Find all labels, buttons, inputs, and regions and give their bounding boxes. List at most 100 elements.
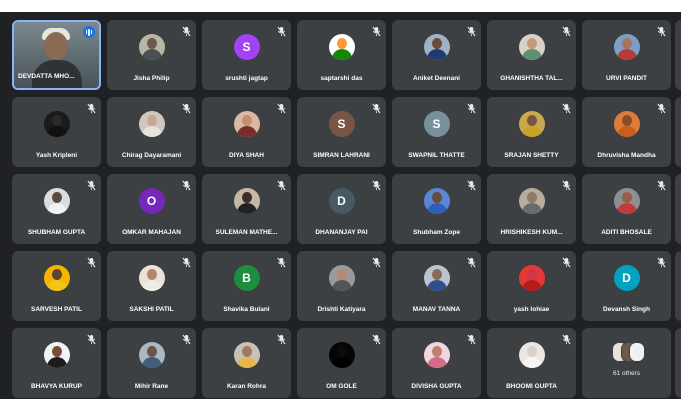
mic-off-icon xyxy=(87,332,96,345)
participant-tile[interactable]: DIVISHA GUPTA xyxy=(392,328,481,398)
avatar xyxy=(518,342,545,368)
participant-name: OM GOLE xyxy=(326,383,357,390)
participant-tile[interactable]: Shubham Zope xyxy=(392,174,481,244)
participant-tile[interactable]: Mihir Rane xyxy=(107,328,196,398)
participant-tile[interactable]: Drishti Katiyara xyxy=(297,251,386,321)
participant-name: HRISHIKESH KUM... xyxy=(500,229,563,236)
participant-tile[interactable]: O OMKAR MAHAJAN xyxy=(107,174,196,244)
participant-tile[interactable]: Chirag Dayaramani xyxy=(107,97,196,167)
participant-tile[interactable]: Jisha Philip xyxy=(107,20,196,90)
participant-tile[interactable]: URVI PANDIT xyxy=(582,20,671,90)
avatar xyxy=(138,265,165,291)
avatar xyxy=(613,111,640,137)
participant-name: BHAVYA KURUP xyxy=(30,383,83,390)
participant-name: Karan Rohra xyxy=(226,383,266,390)
participant-name: MANAV TANNA xyxy=(412,306,461,313)
mic-off-icon xyxy=(467,255,476,268)
participant-tile[interactable]: HRISHIKESH KUM... xyxy=(487,174,576,244)
audio-level-icon xyxy=(83,26,95,38)
participant-tile[interactable]: SARVESH PATIL xyxy=(12,251,101,321)
others-tile[interactable]: 61 others xyxy=(582,328,671,398)
participant-tile[interactable]: SAKSHI PATIL xyxy=(107,251,196,321)
participant-name: GHANISHTHA TAL... xyxy=(500,75,563,82)
mic-off-icon xyxy=(87,255,96,268)
participant-name: SHUBHAM GUPTA xyxy=(27,229,86,236)
others-count: 61 others xyxy=(612,370,641,377)
participant-tile[interactable]: Aniket Deenani xyxy=(392,20,481,90)
avatar xyxy=(613,188,640,214)
participant-tile[interactable]: Ssrushti jagtap xyxy=(202,20,291,90)
participant-tile[interactable]: SRAJAN SHETTY xyxy=(487,97,576,167)
avatar-initial: D xyxy=(613,265,640,291)
others-avatars xyxy=(611,342,645,362)
offscreen-tile xyxy=(675,97,681,167)
avatar xyxy=(43,188,70,214)
participant-name: SARVESH PATIL xyxy=(31,306,82,313)
participant-name: Yash Kripleni xyxy=(35,152,78,159)
participant-name: Chirag Dayaramani xyxy=(121,152,182,159)
avatar-initial: S xyxy=(233,34,260,60)
participant-name: Shavika Bulani xyxy=(223,306,270,313)
participant-name: Dhruvisha Mandha xyxy=(597,152,656,159)
participant-tile[interactable]: Yash Kripleni xyxy=(12,97,101,167)
avatar xyxy=(138,342,165,368)
participant-tile[interactable]: DIYA SHAH xyxy=(202,97,291,167)
participant-tile[interactable]: MANAV TANNA xyxy=(392,251,481,321)
mic-off-icon xyxy=(87,178,96,191)
offscreen-tile xyxy=(675,328,681,398)
avatar xyxy=(43,111,70,137)
participant-tile[interactable]: BHAVYA KURUP xyxy=(12,328,101,398)
participant-tile[interactable]: D DHANANJAY PAI xyxy=(297,174,386,244)
participant-tile[interactable]: DEVDATTA MHO... xyxy=(12,20,101,90)
participant-name: DIYA SHAH xyxy=(229,152,264,159)
participant-name: Devansh Singh xyxy=(603,306,650,313)
participant-tile[interactable]: yash lohiae xyxy=(487,251,576,321)
participant-tile[interactable]: BHOOMI GUPTA xyxy=(487,328,576,398)
participant-tile[interactable]: Dhruvisha Mandha xyxy=(582,97,671,167)
participant-name: Mihir Rane xyxy=(134,383,169,390)
participant-tile[interactable]: SULEMAN MATHE... xyxy=(202,174,291,244)
participant-tile[interactable]: S SWAPNIL THATTE xyxy=(392,97,481,167)
participant-tile[interactable]: saptarshi das xyxy=(297,20,386,90)
participant-name: OMKAR MAHAJAN xyxy=(122,229,181,236)
mic-off-icon xyxy=(657,255,666,268)
mic-off-icon xyxy=(87,101,96,114)
participant-tile[interactable]: D Devansh Singh xyxy=(582,251,671,321)
mic-off-icon xyxy=(562,178,571,191)
meeting-grid: DEVDATTA MHO... Jisha Philip Ssrushti jagt… xyxy=(0,12,681,399)
avatar xyxy=(328,265,355,291)
mic-off-icon xyxy=(277,178,286,191)
participant-tile[interactable]: SHUBHAM GUPTA xyxy=(12,174,101,244)
mic-off-icon xyxy=(372,178,381,191)
avatar-initial: S xyxy=(423,111,450,137)
participant-name: ADITI BHOSALE xyxy=(601,229,652,236)
avatar xyxy=(423,188,450,214)
avatar xyxy=(43,265,70,291)
avatar xyxy=(233,188,260,214)
mic-off-icon xyxy=(277,332,286,345)
participant-tile[interactable]: S SIMRAN LAHRANI xyxy=(297,97,386,167)
avatar xyxy=(518,265,545,291)
mic-off-icon xyxy=(372,101,381,114)
participant-name: yash lohiae xyxy=(513,306,550,313)
participant-tile[interactable]: B Shavika Bulani xyxy=(202,251,291,321)
participant-name: URVI PANDIT xyxy=(606,75,647,82)
participant-tile[interactable]: Karan Rohra xyxy=(202,328,291,398)
participant-tile[interactable]: GHANISHTHA TAL... xyxy=(487,20,576,90)
participant-tile[interactable]: OM GOLE xyxy=(297,328,386,398)
mic-off-icon xyxy=(277,101,286,114)
participant-name: Shubham Zope xyxy=(413,229,460,236)
mic-off-icon xyxy=(562,255,571,268)
avatar xyxy=(138,111,165,137)
mic-off-icon xyxy=(372,255,381,268)
mic-off-icon xyxy=(657,101,666,114)
participant-name: saptarshi das xyxy=(320,75,363,82)
mic-off-icon xyxy=(182,24,191,37)
mic-off-icon xyxy=(182,255,191,268)
mic-off-icon xyxy=(467,332,476,345)
participant-name: SRAJAN SHETTY xyxy=(504,152,559,159)
avatar xyxy=(328,34,355,60)
participant-tile[interactable]: ADITI BHOSALE xyxy=(582,174,671,244)
mic-off-icon xyxy=(372,332,381,345)
mic-off-icon xyxy=(182,332,191,345)
